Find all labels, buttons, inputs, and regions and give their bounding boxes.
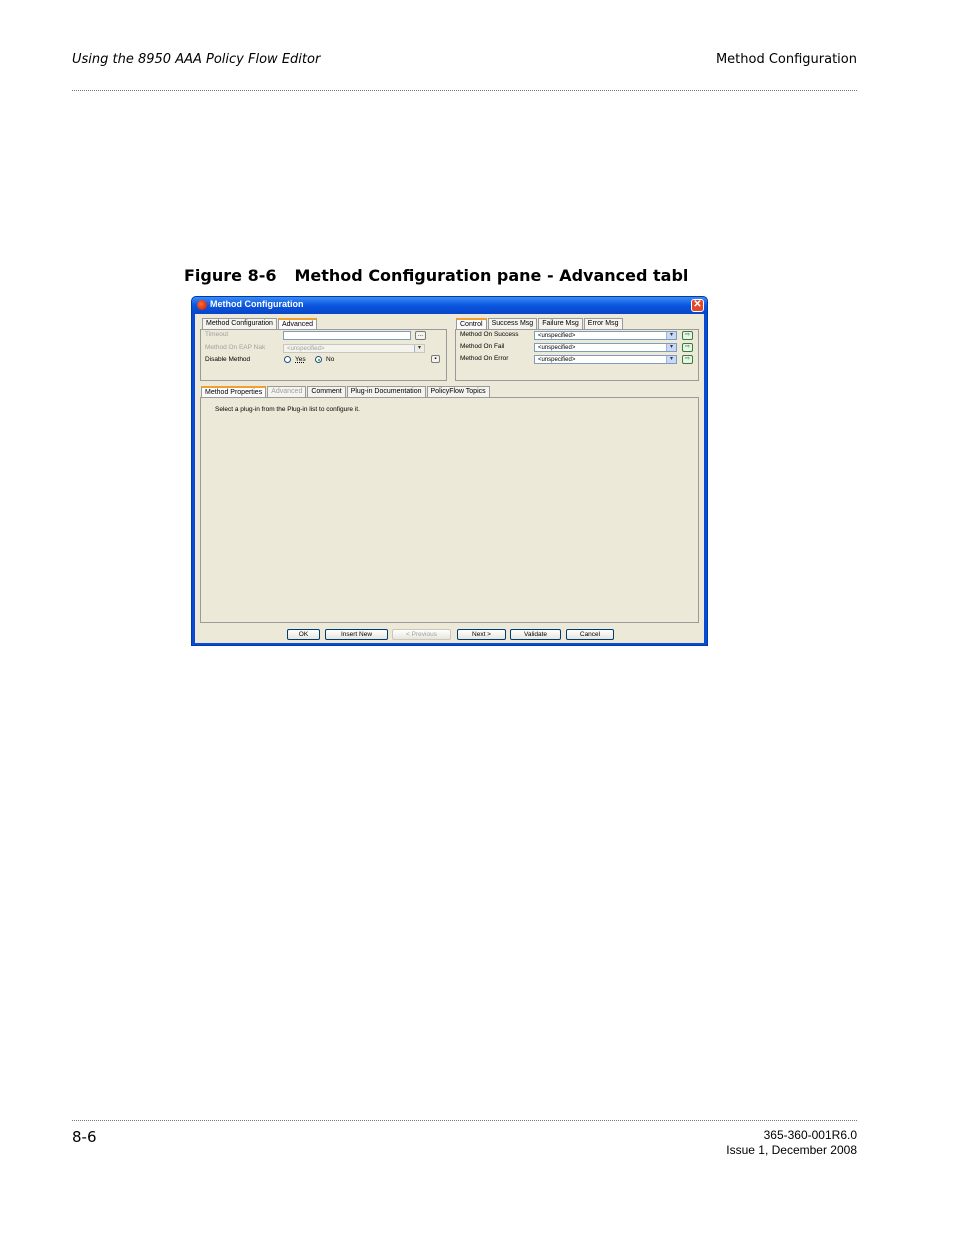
cancel-button[interactable]: Cancel bbox=[566, 629, 614, 640]
tab-policyflow-topics[interactable]: PolicyFlow Topics bbox=[426, 386, 490, 397]
chevron-down-icon: ▾ bbox=[666, 356, 676, 363]
tab-error-msg[interactable]: Error Msg bbox=[583, 318, 623, 329]
header-rule bbox=[72, 90, 857, 91]
window-title: Method Configuration bbox=[210, 299, 304, 309]
tab-plugin-documentation[interactable]: Plug-in Documentation bbox=[346, 386, 426, 397]
tab-comment[interactable]: Comment bbox=[307, 386, 346, 397]
running-header-section: Method Configuration bbox=[715, 52, 857, 67]
figure-title: Method Configuration pane - Advanced tab… bbox=[294, 266, 689, 285]
eap-nak-label: Method On EAP Nak bbox=[205, 344, 266, 351]
figure-number: Figure 8-6 bbox=[184, 266, 277, 285]
plugin-hint-text: Select a plug-in from the Plug-in list t… bbox=[215, 406, 360, 413]
figure-caption: Figure 8-6 Method Configuration pane - Ad… bbox=[184, 266, 688, 285]
goto-success-icon[interactable]: ⇨ bbox=[682, 331, 693, 340]
advanced-panel: Timeout ... Method On EAP Nak <unspecifi… bbox=[200, 329, 447, 381]
method-on-error-value: <unspecified> bbox=[538, 357, 576, 363]
method-on-success-select[interactable]: <unspecified> ▾ bbox=[534, 331, 677, 340]
timeout-label: Timeout bbox=[205, 331, 229, 338]
goto-error-icon[interactable]: ⇨ bbox=[682, 355, 693, 364]
doc-number: 365-360-001R6.0 bbox=[763, 1128, 857, 1142]
disable-no-label: No bbox=[326, 356, 335, 363]
eap-nak-value: <unspecified> bbox=[287, 346, 325, 352]
control-panel: Method On Success <unspecified> ▾ ⇨ Meth… bbox=[455, 329, 699, 381]
method-properties-panel: Select a plug-in from the Plug-in list t… bbox=[200, 397, 699, 623]
chevron-down-icon: ▾ bbox=[666, 332, 676, 339]
method-on-fail-select[interactable]: <unspecified> ▾ bbox=[534, 343, 677, 352]
validate-button[interactable]: Validate bbox=[510, 629, 561, 640]
tab-method-configuration[interactable]: Method Configuration bbox=[202, 318, 277, 329]
tab-advanced-disabled[interactable]: Advanced bbox=[267, 386, 307, 397]
method-configuration-window: Method Configuration ✕ Method Configurat… bbox=[191, 296, 708, 646]
method-on-success-label: Method On Success bbox=[460, 331, 519, 338]
goto-fail-icon[interactable]: ⇨ bbox=[682, 343, 693, 352]
close-icon[interactable]: ✕ bbox=[691, 299, 704, 312]
method-on-error-select[interactable]: <unspecified> ▾ bbox=[534, 355, 677, 364]
eap-nak-select[interactable]: <unspecified> ▾ bbox=[283, 344, 425, 353]
method-on-fail-value: <unspecified> bbox=[538, 345, 576, 351]
timeout-input[interactable] bbox=[283, 331, 411, 340]
disable-yes-radio[interactable] bbox=[284, 356, 291, 363]
ok-button[interactable]: OK bbox=[287, 629, 320, 640]
method-on-error-label: Method On Error bbox=[460, 355, 509, 362]
disable-method-label: Disable Method bbox=[205, 356, 251, 363]
next-button[interactable]: Next > bbox=[457, 629, 506, 640]
insert-new-button[interactable]: Insert New bbox=[325, 629, 388, 640]
disable-yes-label: Yes bbox=[295, 356, 306, 363]
info-icon[interactable]: ▪ bbox=[431, 355, 440, 363]
window-client-area: Method Configuration Advanced Timeout ..… bbox=[195, 314, 704, 643]
chevron-down-icon: ▾ bbox=[666, 344, 676, 351]
disable-no-radio[interactable] bbox=[315, 356, 322, 363]
window-titlebar[interactable]: Method Configuration ✕ bbox=[192, 297, 707, 314]
tab-failure-msg[interactable]: Failure Msg bbox=[538, 318, 583, 329]
app-icon bbox=[197, 300, 207, 310]
previous-button[interactable]: < Previous bbox=[392, 629, 451, 640]
issue-date: Issue 1, December 2008 bbox=[726, 1143, 857, 1157]
timeout-browse-button[interactable]: ... bbox=[415, 331, 426, 340]
footer-rule bbox=[72, 1120, 857, 1121]
running-header-title: Using the 8950 AAA Policy Flow Editor bbox=[72, 52, 321, 67]
footer-doc-info: 365-360-001R6.0 Issue 1, December 2008 bbox=[726, 1128, 857, 1158]
method-on-fail-label: Method On Fail bbox=[460, 343, 505, 350]
chevron-down-icon: ▾ bbox=[414, 345, 424, 352]
tab-success-msg[interactable]: Success Msg bbox=[487, 318, 538, 329]
method-on-success-value: <unspecified> bbox=[538, 333, 576, 339]
page-number: 8-6 bbox=[72, 1128, 97, 1146]
